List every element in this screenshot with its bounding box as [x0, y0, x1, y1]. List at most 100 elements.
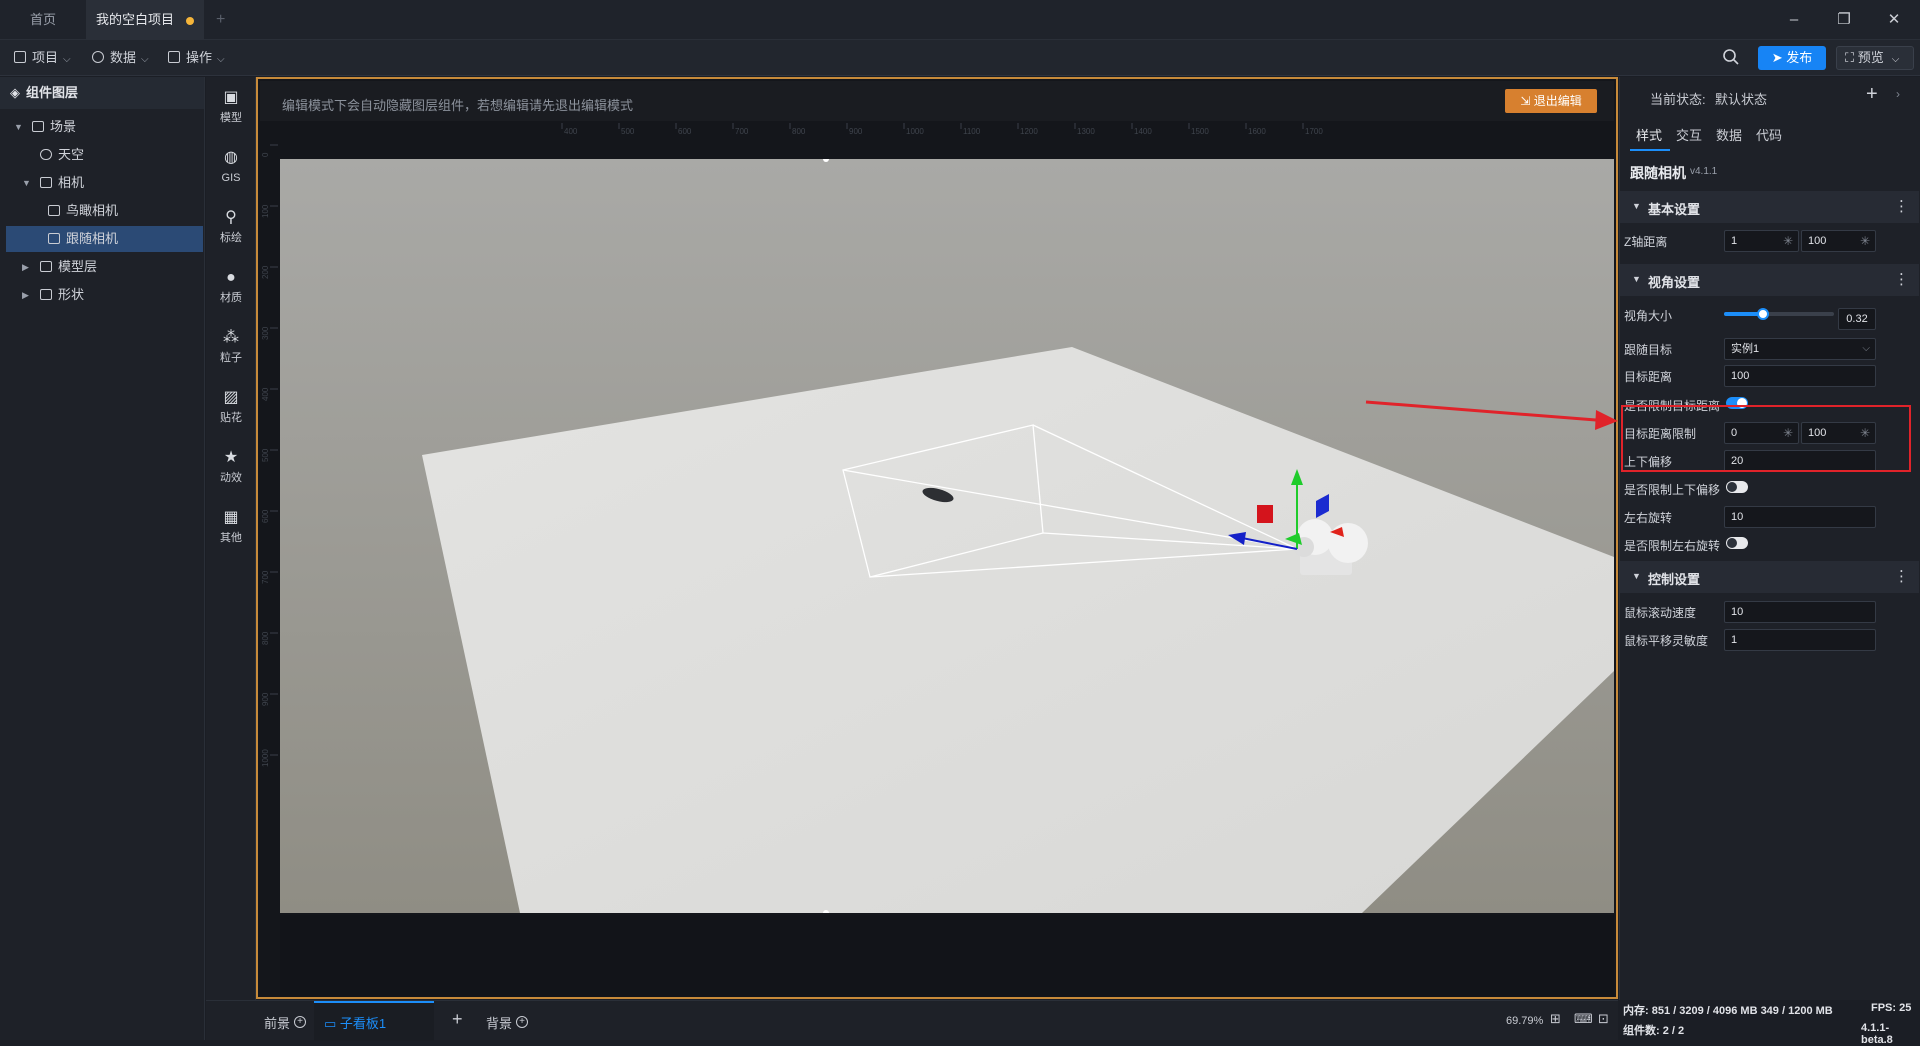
- caret-down-icon: ▼: [14, 122, 23, 132]
- annotation-arrow: [1365, 400, 1618, 430]
- section-basic[interactable]: ▼ 基本设置 ⋮: [1620, 191, 1919, 223]
- editor-canvas[interactable]: 编辑模式下会自动隐藏图层组件，若想编辑请先退出编辑模式 ⇲ 退出编辑 400 50…: [256, 77, 1618, 999]
- particle-icon: ⁂: [223, 329, 239, 346]
- terminal-icon[interactable]: ⊡: [1598, 1011, 1609, 1027]
- annotation-highlight-box: [1621, 405, 1911, 472]
- caret-right-icon: ▶: [22, 290, 29, 300]
- component-version: v4.1.1: [1690, 166, 1718, 177]
- caret-down-icon: ▼: [1632, 571, 1641, 581]
- more-vertical-icon[interactable]: ⋮: [1894, 270, 1909, 288]
- tool-other[interactable]: ▦ 其他: [206, 503, 256, 551]
- ruler-tick-label: 500: [621, 127, 635, 136]
- menu-data[interactable]: 数据 ⌵: [92, 40, 149, 76]
- ruler-tick-label: 0: [261, 152, 270, 157]
- tool-effect[interactable]: ★ 动效: [206, 443, 256, 491]
- pan-sensitivity-input[interactable]: 1: [1724, 629, 1876, 651]
- add-board-icon[interactable]: +: [452, 1009, 463, 1030]
- minimize-icon[interactable]: –: [1782, 8, 1806, 32]
- ruler-tick-label: 800: [792, 127, 806, 136]
- tool-material[interactable]: ● 材质: [206, 263, 256, 311]
- pin-icon: ⚲: [225, 209, 237, 226]
- viewport-bottom-area: [280, 915, 1614, 997]
- limit-rotation-toggle[interactable]: [1726, 537, 1748, 549]
- more-vertical-icon[interactable]: ⋮: [1894, 197, 1909, 215]
- chevron-down-icon: ⌵: [1862, 343, 1870, 354]
- menu-operate[interactable]: 操作 ⌵: [168, 40, 225, 76]
- follow-target-select[interactable]: 实例1 ⌵: [1724, 338, 1876, 360]
- memory-status: 内存: 851 / 3209 / 4096 MB 349 / 1200 MB: [1623, 1005, 1833, 1017]
- tab-code[interactable]: 代码: [1756, 125, 1782, 144]
- restore-icon[interactable]: ❐: [1832, 8, 1856, 32]
- fov-slider[interactable]: [1724, 308, 1834, 320]
- tree-item-model-layer[interactable]: ▶ 模型层: [0, 254, 203, 280]
- tool-particle[interactable]: ⁂ 粒子: [206, 323, 256, 371]
- fullscreen-icon: ⛶: [1845, 50, 1858, 65]
- tab-home[interactable]: 首页: [20, 0, 66, 40]
- exit-edit-button[interactable]: ⇲ 退出编辑: [1505, 89, 1597, 113]
- fit-screen-icon[interactable]: ⊞: [1550, 1011, 1561, 1027]
- ruler-tick-label: 100: [261, 204, 270, 218]
- zoom-level: 69.79%: [1506, 1015, 1544, 1027]
- follow-target-label: 跟随目标: [1624, 343, 1673, 357]
- search-icon[interactable]: [1722, 48, 1740, 66]
- tree-item-shapes[interactable]: ▶ 形状: [0, 282, 203, 308]
- tool-plot[interactable]: ⚲ 标绘: [206, 203, 256, 251]
- tool-decal[interactable]: ▨ 贴花: [206, 383, 256, 431]
- app-version: 4.1.1-beta.8: [1861, 1022, 1893, 1046]
- rotation-label: 左右旋转: [1624, 511, 1673, 525]
- tab-project[interactable]: 我的空白项目: [86, 0, 205, 40]
- ruler-left: 0 100 200 300 400 500 600 700 800 900 1000: [261, 144, 278, 767]
- file-icon: [14, 51, 26, 63]
- preview-button[interactable]: ⛶ 预览 ⌵: [1836, 46, 1914, 70]
- component-title: 跟随相机: [1630, 165, 1686, 181]
- add-circle-icon[interactable]: +: [294, 1016, 307, 1028]
- section-control[interactable]: ▼ 控制设置 ⋮: [1620, 561, 1919, 593]
- ruler-tick-label: 1000: [261, 749, 270, 767]
- tab-subboard[interactable]: ▭ 子看板1: [324, 1013, 386, 1032]
- folder-icon: [40, 289, 52, 300]
- scroll-speed-input[interactable]: 10: [1724, 601, 1876, 623]
- keyboard-icon[interactable]: ⌨: [1574, 1011, 1593, 1027]
- tree-item-follow-camera[interactable]: 跟随相机: [6, 226, 203, 252]
- tree-item-scene[interactable]: ▼ 场景: [0, 114, 203, 140]
- caret-down-icon: ▼: [1632, 201, 1641, 211]
- fov-input[interactable]: 0.32: [1838, 308, 1876, 330]
- tree-item-camera-folder[interactable]: ▼ 相机: [0, 170, 203, 196]
- fov-slider-handle[interactable]: [1756, 308, 1769, 320]
- section-view[interactable]: ▼ 视角设置 ⋮: [1620, 264, 1919, 296]
- more-vertical-icon[interactable]: ⋮: [1894, 567, 1909, 585]
- folder-icon: [40, 177, 52, 188]
- tool-rail: ▣ 模型 ◍ GIS ⚲ 标绘 ● 材质 ⁂ 粒子 ▨ 贴花 ★ 动效 ▦ 其他: [206, 77, 256, 1040]
- rotation-input[interactable]: 10: [1724, 506, 1876, 528]
- properties-panel: 当前状态: 默认状态 + › 样式 交互 数据 代码 跟随相机 v4.1.1 ▼…: [1619, 77, 1920, 1000]
- tool-gis[interactable]: ◍ GIS: [206, 143, 256, 191]
- menu-project[interactable]: 项目 ⌵: [14, 40, 71, 76]
- publish-button[interactable]: ➤ 发布: [1758, 46, 1826, 70]
- tab-background[interactable]: 背景 +: [486, 1013, 529, 1032]
- link-icon: ✳: [1859, 234, 1870, 248]
- target-distance-input[interactable]: 100: [1724, 365, 1876, 387]
- status-area: 内存: 851 / 3209 / 4096 MB 349 / 1200 MB F…: [1621, 1000, 1920, 1046]
- link-icon: ✳: [1782, 234, 1793, 248]
- limit-vertical-toggle[interactable]: [1726, 481, 1748, 493]
- close-icon[interactable]: ✕: [1882, 8, 1906, 32]
- tab-interaction[interactable]: 交互: [1676, 125, 1702, 144]
- tree-item-birdseye-camera[interactable]: 鸟瞰相机: [0, 198, 203, 224]
- tab-data[interactable]: 数据: [1716, 125, 1742, 144]
- current-state-value[interactable]: 默认状态: [1715, 89, 1767, 108]
- 3d-viewport[interactable]: [280, 159, 1614, 913]
- tool-model[interactable]: ▣ 模型: [206, 83, 256, 131]
- tab-style[interactable]: 样式: [1636, 125, 1662, 144]
- chevron-down-icon: ⌵: [217, 54, 225, 65]
- tab-foreground[interactable]: 前景 +: [264, 1013, 307, 1032]
- z-min-input[interactable]: 1 ✳: [1724, 230, 1799, 252]
- z-max-input[interactable]: 100 ✳: [1801, 230, 1876, 252]
- chevron-right-icon[interactable]: ›: [1896, 87, 1900, 101]
- add-state-icon[interactable]: +: [1866, 83, 1878, 106]
- grid-icon: [168, 51, 180, 63]
- plus-icon[interactable]: +: [206, 0, 235, 40]
- folder-icon: [40, 261, 52, 272]
- tree-item-sky[interactable]: 天空: [0, 142, 203, 168]
- camera-icon: [48, 233, 60, 244]
- add-circle-icon[interactable]: +: [516, 1016, 529, 1028]
